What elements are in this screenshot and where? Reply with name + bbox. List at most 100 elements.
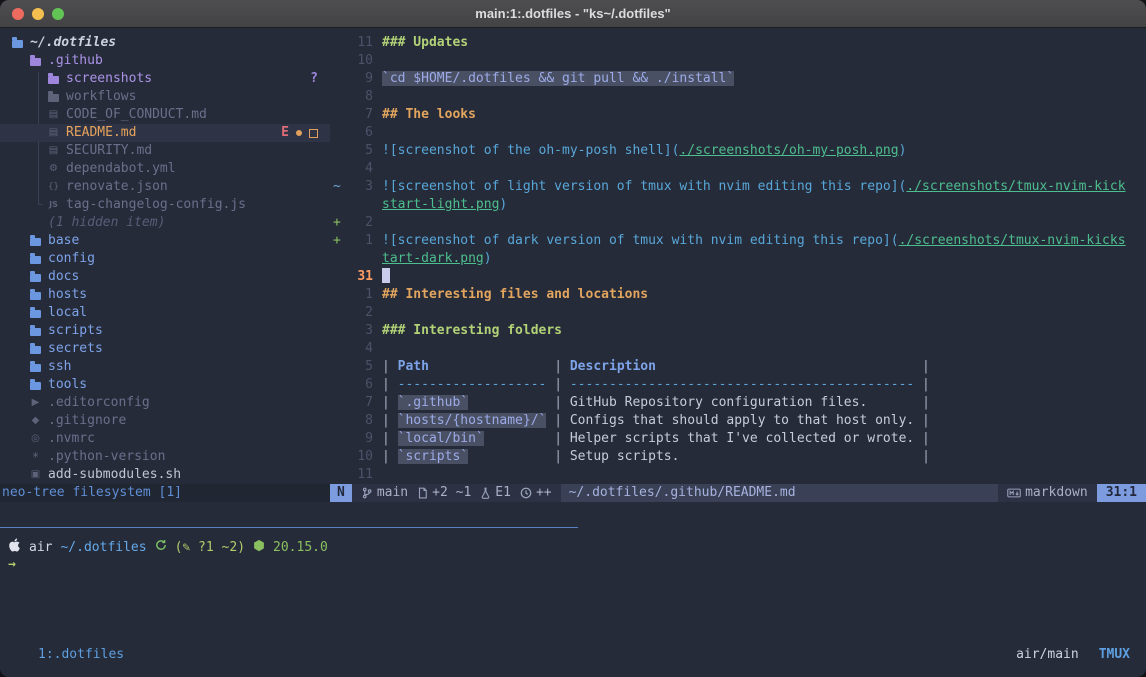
- text-segment: -------------------: [398, 377, 547, 392]
- text-segment: |: [382, 377, 398, 392]
- editor-line[interactable]: 9`cd $HOME/.dotfiles && git pull && ./in…: [330, 70, 1146, 88]
- tree-item-dependabot-yml[interactable]: ⚙dependabot.yml: [0, 160, 330, 178]
- editor-line[interactable]: 4: [330, 340, 1146, 358]
- editor-line[interactable]: 2: [330, 304, 1146, 322]
- tree-item-screenshots[interactable]: screenshots?: [0, 70, 330, 88]
- tree-item-gitignore[interactable]: ◆.gitignore: [0, 412, 330, 430]
- editor-line[interactable]: ~3![screenshot of light version of tmux …: [330, 178, 1146, 196]
- editor-line[interactable]: 5| Path | Description |: [330, 358, 1146, 376]
- text-segment: Helper scripts that I've collected or wr…: [570, 431, 914, 446]
- tmux-pane-border[interactable]: [0, 527, 578, 528]
- tree-item-code-of-conduct-md[interactable]: ▤CODE_OF_CONDUCT.md: [0, 106, 330, 124]
- editor-line[interactable]: 3### Interesting folders: [330, 322, 1146, 340]
- tree-item-scripts[interactable]: scripts: [0, 322, 330, 340]
- editor-line[interactable]: 7| `.github` | GitHub Repository configu…: [330, 394, 1146, 412]
- text-segment: |: [382, 395, 398, 410]
- tree-item-add-submodules-sh[interactable]: ▣add-submodules.sh: [0, 466, 330, 484]
- line-text: | `scripts` | Setup scripts. |: [382, 448, 930, 466]
- prompt-node-version: 20.15.0: [273, 539, 328, 557]
- tree-item-tools[interactable]: tools: [0, 376, 330, 394]
- status-row: neo-tree filesystem [1] N main +2 ~1 E1: [0, 484, 1146, 502]
- editor-line[interactable]: 10| `scripts` | Setup scripts. |: [330, 448, 1146, 466]
- editor-line[interactable]: 1## Interesting files and locations: [330, 286, 1146, 304]
- folder-open-icon: [30, 58, 41, 66]
- tree-item-github[interactable]: .github: [0, 52, 330, 70]
- tree-item-nvmrc[interactable]: ◎.nvmrc: [0, 430, 330, 448]
- tree-item-local[interactable]: local: [0, 304, 330, 322]
- editor-line[interactable]: start-light.png): [330, 196, 1146, 214]
- text-segment: ): [499, 197, 507, 212]
- folder-icon: [30, 292, 41, 300]
- text-segment: |: [546, 377, 569, 392]
- line-number: 10: [347, 52, 373, 70]
- folder-open-icon: [12, 40, 23, 48]
- text-segment: |: [484, 431, 570, 446]
- text-segment: ## Interesting files and locations: [382, 287, 648, 302]
- tree-item-hosts[interactable]: hosts: [0, 286, 330, 304]
- tree-item-1-hidden-item[interactable]: (1 hidden item): [0, 214, 330, 232]
- editor-line[interactable]: +2: [330, 214, 1146, 232]
- tree-item-dotfiles[interactable]: ~/.dotfiles: [0, 34, 330, 52]
- tree-item-readme-md[interactable]: ▤README.mdE: [0, 124, 330, 142]
- editor-buffer: 11### Updates 10 9`cd $HOME/.dotfiles &&…: [330, 34, 1146, 484]
- tree-item-label: README.md: [66, 124, 136, 142]
- tree-item-base[interactable]: base: [0, 232, 330, 250]
- line-text: ## Interesting files and locations: [382, 286, 648, 304]
- editor-line[interactable]: tart-dark.png): [330, 250, 1146, 268]
- close-button[interactable]: [12, 8, 24, 20]
- gutter-sign: [330, 70, 347, 88]
- tree-item-label: add-submodules.sh: [48, 466, 181, 484]
- line-text: | ------------------- | ----------------…: [382, 376, 930, 394]
- tree-item-label: local: [48, 304, 87, 322]
- zoom-button[interactable]: [52, 8, 64, 20]
- braces-icon: {}: [48, 178, 59, 196]
- editor-line[interactable]: 4: [330, 160, 1146, 178]
- gutter-sign: [330, 340, 347, 358]
- file-path[interactable]: ~/.dotfiles/.github/README.md: [561, 484, 998, 502]
- prompt-arrow[interactable]: →: [8, 556, 16, 574]
- editor-line[interactable]: 7## The looks: [330, 106, 1146, 124]
- diamond-icon: ◆: [30, 412, 41, 430]
- editor-line[interactable]: 6: [330, 124, 1146, 142]
- filetype-segment: markdown: [1007, 484, 1088, 502]
- git-branch-label: main: [377, 484, 408, 502]
- tree-item-config[interactable]: config: [0, 250, 330, 268]
- folder-icon: [30, 364, 41, 372]
- apple-icon: [8, 538, 21, 558]
- editor-line[interactable]: 8| `hosts/{hostname}/` | Configs that sh…: [330, 412, 1146, 430]
- editor-line[interactable]: 9| `local/bin` | Helper scripts that I'v…: [330, 430, 1146, 448]
- editor-line[interactable]: 8: [330, 88, 1146, 106]
- tree-item-python-version[interactable]: *.python-version: [0, 448, 330, 466]
- tree-item-secrets[interactable]: secrets: [0, 340, 330, 358]
- md-icon: ▤: [48, 142, 59, 160]
- tree-item-tag-changelog-config-js[interactable]: JStag-changelog-config.js: [0, 196, 330, 214]
- line-number: 8: [347, 412, 373, 430]
- tree-item-ssh[interactable]: ssh: [0, 358, 330, 376]
- modified-badge: [296, 130, 302, 136]
- gutter-sign: [330, 358, 347, 376]
- nodejs-icon: [253, 539, 265, 558]
- editor-line[interactable]: 6| ------------------- | ---------------…: [330, 376, 1146, 394]
- editor-line[interactable]: 11### Updates: [330, 34, 1146, 52]
- line-text: `cd $HOME/.dotfiles && git pull && ./ins…: [382, 70, 734, 88]
- text-segment: |: [429, 359, 570, 374]
- editor-line[interactable]: 11: [330, 466, 1146, 484]
- editor-line[interactable]: 5![screenshot of the oh-my-posh shell](.…: [330, 142, 1146, 160]
- tmux-window-tab[interactable]: 1:.dotfiles: [38, 646, 124, 664]
- untracked-badge: ?: [310, 70, 318, 88]
- tree-item-workflows[interactable]: workflows: [0, 88, 330, 106]
- editor-line[interactable]: +1![screenshot of dark version of tmux w…: [330, 232, 1146, 250]
- line-text: ![screenshot of dark version of tmux wit…: [382, 232, 1126, 250]
- tree-item-editorconfig[interactable]: ▶.editorconfig: [0, 394, 330, 412]
- text-segment: |: [382, 359, 398, 374]
- text-segment: GitHub Repository configuration files.: [570, 395, 867, 410]
- cursor-block: [382, 268, 390, 283]
- tree-item-renovate-json[interactable]: {}renovate.json: [0, 178, 330, 196]
- editor-line[interactable]: 31: [330, 268, 1146, 286]
- prompt-cwd: ~/.dotfiles: [60, 539, 146, 557]
- tree-item-docs[interactable]: docs: [0, 268, 330, 286]
- tree-item-security-md[interactable]: ▤SECURITY.md: [0, 142, 330, 160]
- editor-line[interactable]: 10: [330, 52, 1146, 70]
- minimize-button[interactable]: [32, 8, 44, 20]
- git-branch-icon: [361, 487, 373, 499]
